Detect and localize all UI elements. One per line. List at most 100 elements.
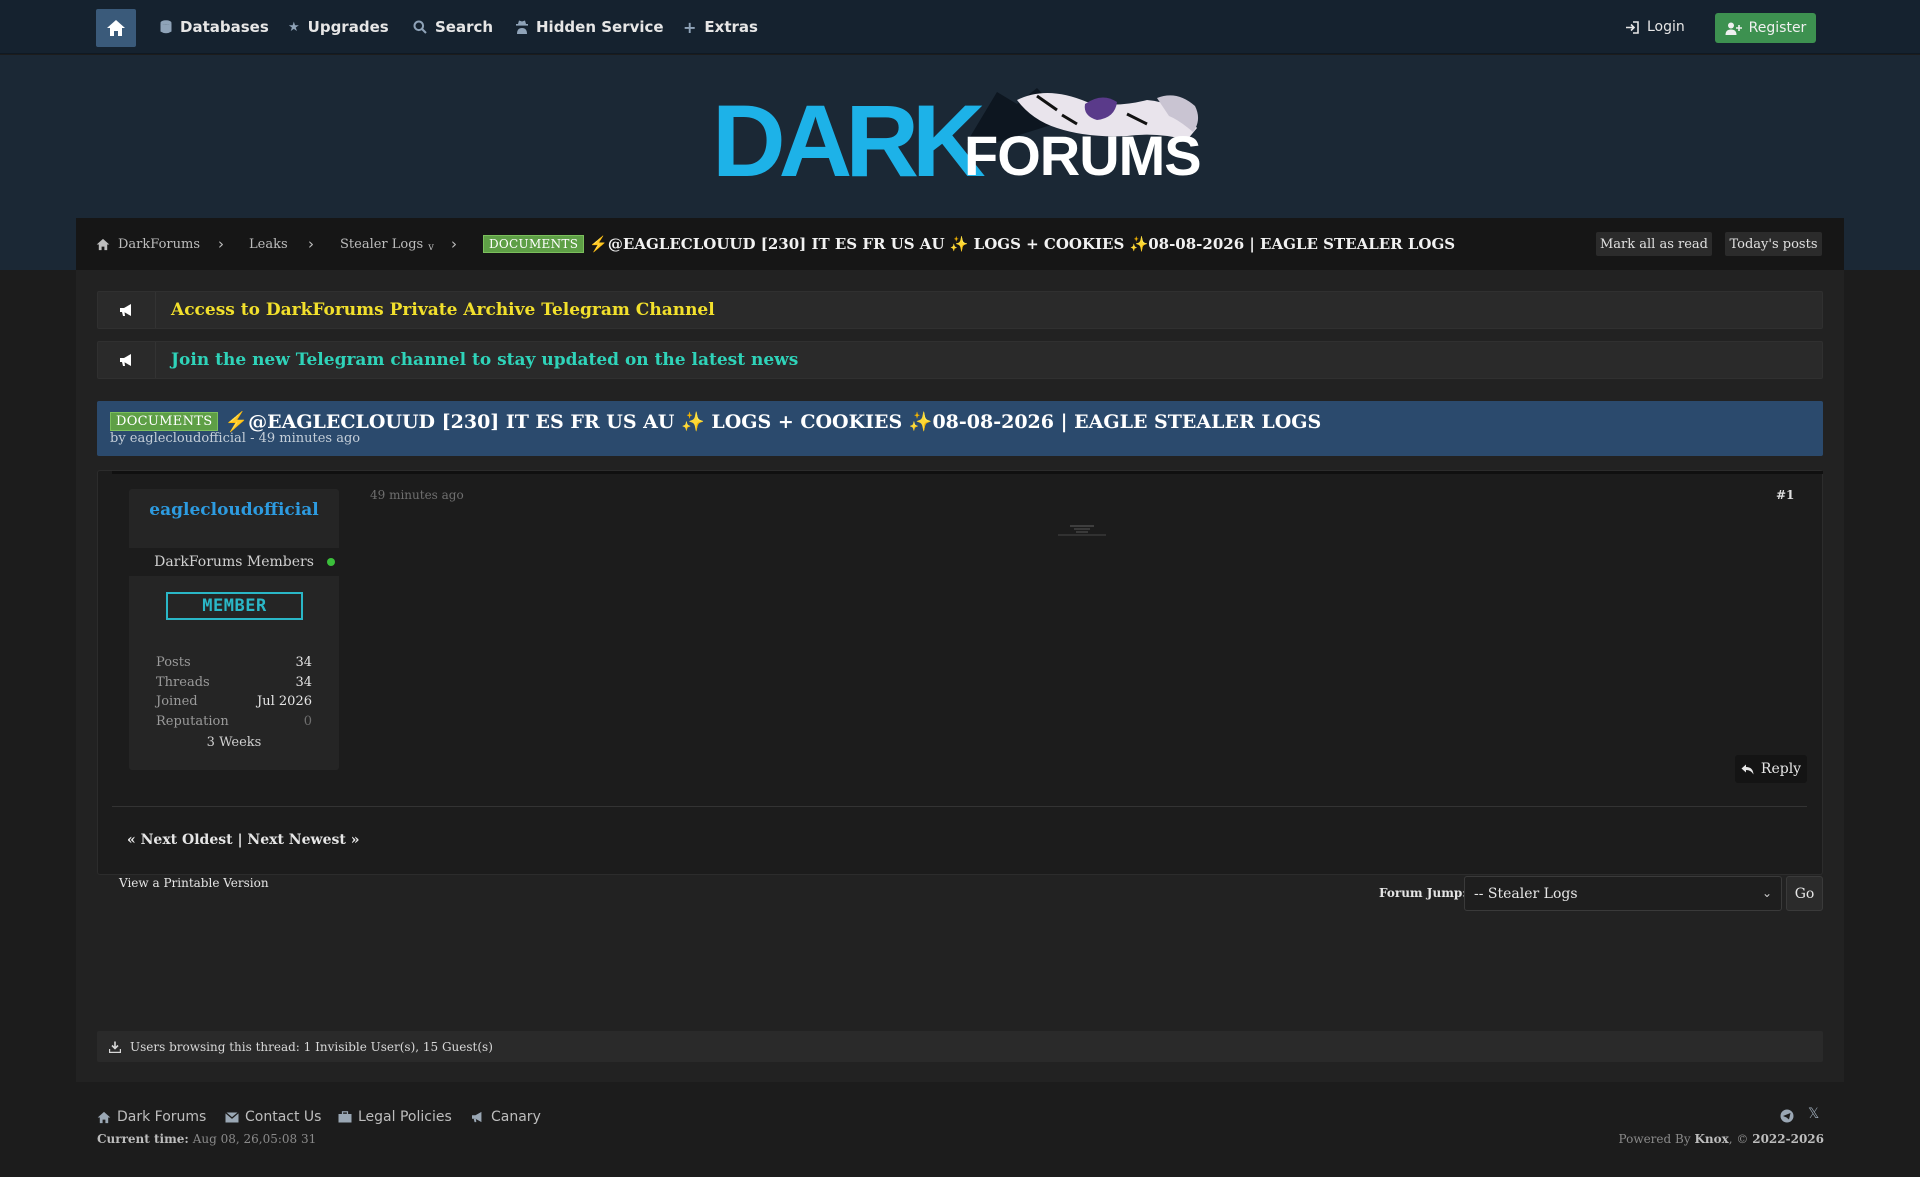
breadcrumb-home[interactable]: DarkForums [96,218,200,270]
breadcrumb-stealer-logs-label: Stealer Logs [340,236,424,252]
post-number-link[interactable]: #1 [1776,488,1794,502]
user-secret-icon [516,20,528,34]
x-twitter-icon[interactable]: 𝕏 [1808,1106,1819,1122]
current-time-label: Current time: [97,1132,189,1146]
powered-by-name[interactable]: Knox [1694,1132,1728,1146]
bullhorn-icon [98,342,156,378]
powered-prefix: Powered By [1618,1132,1691,1146]
breadcrumb-home-label: DarkForums [118,236,200,252]
post-divider [112,471,1823,474]
breadcrumb-current-thread: DOCUMENTS ⚡@EAGLECLOUUD [230] IT ES FR U… [483,218,1455,270]
stat-label: Joined [156,694,198,709]
logo-forums-text: FORUMS [964,124,1202,187]
nav-upgrades-label: Upgrades [307,18,389,36]
site-logo[interactable]: DARK FORUMS [712,80,1208,194]
stat-label: Reputation [156,714,229,729]
forum-jump-select[interactable]: -- Stealer Logs ⌄ [1464,876,1782,911]
nav-hidden-service-label: Hidden Service [536,18,664,36]
home-icon [97,1111,111,1123]
post-container [97,470,1823,875]
footer-link-label: Legal Policies [358,1109,452,1125]
user-plus-icon [1725,22,1742,35]
thread-title-text: ⚡@EAGLECLOUUD [230] IT ES FR US AU ✨ LOG… [224,411,1322,433]
login-link[interactable]: Login [1625,0,1685,54]
stat-value: 34 [295,675,312,690]
logo-dark-text: DARK [712,84,986,198]
time-online: 3 Weeks [206,735,262,750]
breadcrumb-stealer-logs[interactable]: Stealer Logs v [340,218,434,270]
home-button[interactable] [96,9,136,47]
footer-legal-link[interactable]: Legal Policies [338,1109,452,1125]
sign-in-icon [1626,20,1639,34]
author-usergroup: DarkForums Members [129,548,339,576]
thread-pagination[interactable]: « Next Oldest | Next Newest » [127,832,359,848]
search-icon [413,20,427,34]
briefcase-icon [338,1111,352,1123]
current-time-value: Aug 08, 26,05:08 31 [192,1132,317,1146]
online-status-dot [327,558,335,566]
forum-jump-selected: -- Stealer Logs [1474,885,1578,902]
thread-header: DOCUMENTS ⚡@EAGLECLOUUD [230] IT ES FR U… [97,401,1823,456]
register-button[interactable]: Register [1715,13,1816,43]
nav-extras[interactable]: + Extras [683,0,758,54]
forum-jump-label: Forum Jump: [1379,886,1467,900]
announcement-bar: Access to DarkForums Private Archive Tel… [97,291,1823,329]
chevron-down-icon: ⌄ [1761,886,1772,900]
telegram-icon[interactable] [1780,1109,1794,1127]
bullhorn-icon [98,292,156,328]
nav-search[interactable]: Search [413,0,493,54]
printable-version-link[interactable]: View a Printable Version [119,876,269,890]
chevron-right-icon: › [308,235,314,253]
home-icon [96,238,110,250]
mark-all-read-button[interactable]: Mark all as read [1596,232,1712,256]
powered-by: Powered By Knox, © 2022-2026 [1618,1132,1825,1146]
footer-contact-link[interactable]: Contact Us [225,1109,321,1125]
stat-value: Jul 2026 [257,694,312,709]
current-time: Current time: Aug 08, 26,05:08 31 [97,1132,316,1146]
thread-byline: by eaglecloudofficial - 49 minutes ago [110,431,361,446]
nav-hidden-service[interactable]: Hidden Service [516,0,664,54]
nav-upgrades[interactable]: ★ Upgrades [288,0,389,54]
stat-posts: Posts 34 [156,655,312,673]
announcement-link[interactable]: Access to DarkForums Private Archive Tel… [171,292,715,328]
stat-threads: Threads 34 [156,675,312,693]
post-content-image [1058,525,1106,536]
plus-icon: + [683,17,697,37]
home-icon [107,20,125,36]
footer-canary-link[interactable]: Canary [471,1109,541,1125]
footer-link-label: Canary [491,1109,541,1125]
breadcrumb-leaks-label: Leaks [249,236,288,252]
stat-joined: Joined Jul 2026 [156,694,312,712]
reply-button[interactable]: Reply [1735,755,1807,783]
breadcrumb-thread-title: ⚡@EAGLECLOUUD [230] IT ES FR US AU ✨ LOG… [589,235,1456,253]
post-separator [112,806,1807,807]
forum-jump-go-button[interactable]: Go [1786,876,1823,911]
reply-label: Reply [1760,761,1802,777]
chevron-right-icon: › [218,235,224,253]
stat-label: Threads [156,675,210,690]
footer-dark-forums-link[interactable]: Dark Forums [97,1109,206,1125]
chevron-down-icon: v [428,241,434,253]
documents-prefix: DOCUMENTS [483,235,585,253]
footer-link-label: Contact Us [245,1109,322,1125]
thread-title: DOCUMENTS ⚡@EAGLECLOUUD [230] IT ES FR U… [110,410,1321,433]
member-badge: MEMBER [166,592,303,620]
stat-reputation: Reputation 0 [156,714,312,732]
todays-posts-button[interactable]: Today's posts [1725,232,1822,256]
download-icon [109,1041,121,1053]
stat-value: 0 [303,714,312,729]
login-label: Login [1647,19,1685,35]
announcement-link[interactable]: Join the new Telegram channel to stay up… [171,342,798,378]
star-icon: ★ [288,19,300,35]
nav-databases-label: Databases [180,18,269,36]
copyright-years: 2022-2026 [1752,1132,1824,1146]
stat-label: Posts [156,655,191,670]
stat-value: 34 [295,655,312,670]
users-browsing-text: Users browsing this thread: 1 Invisible … [130,1039,493,1054]
reply-icon [1741,764,1754,774]
breadcrumb-leaks[interactable]: Leaks [249,218,288,270]
database-icon [160,20,172,34]
author-username[interactable]: eaglecloudofficial [129,500,339,520]
nav-databases[interactable]: Databases [160,0,269,54]
envelope-icon [225,1111,239,1122]
